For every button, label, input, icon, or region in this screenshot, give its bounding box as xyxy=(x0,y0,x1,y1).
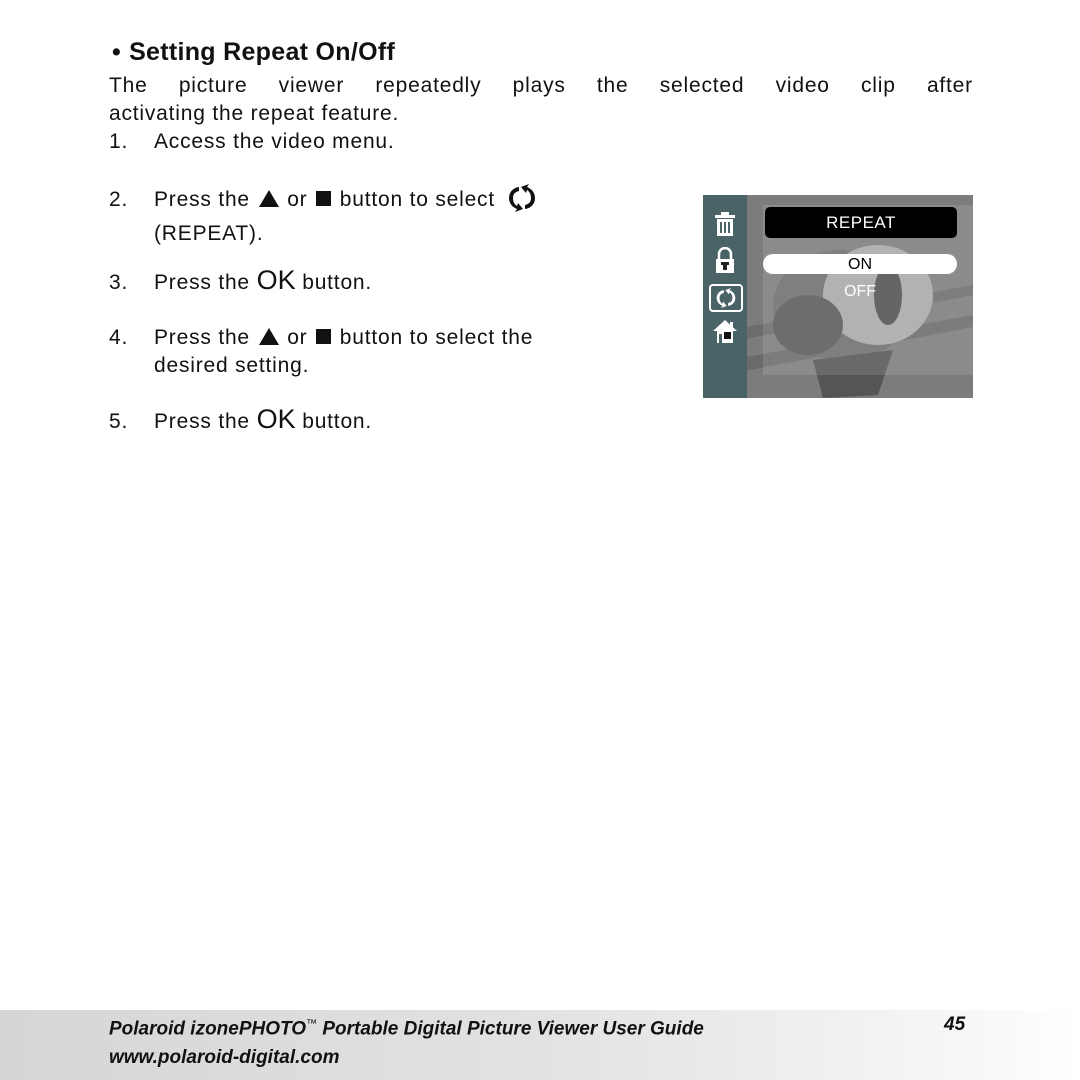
square-button-icon xyxy=(316,329,332,344)
square-button-icon xyxy=(316,191,332,206)
word: after xyxy=(926,74,973,97)
word: clip xyxy=(861,74,896,97)
trash-icon[interactable] xyxy=(709,211,741,237)
section-heading: • Setting Repeat On/Off xyxy=(112,38,395,67)
page-footer: Polaroid izonePHOTO™ Portable Digital Pi… xyxy=(0,1010,1080,1080)
step-text: button. xyxy=(302,410,373,433)
menu-title: REPEAT xyxy=(765,207,957,238)
guide-title-brand: Polaroid izonePHOTO xyxy=(109,1018,307,1040)
step-text: button. xyxy=(302,271,373,294)
trademark-symbol: ™ xyxy=(306,1018,318,1030)
guide-title: Polaroid izonePHOTO™ Portable Digital Pi… xyxy=(109,1018,704,1040)
step-3: 3. Press the OK button. xyxy=(109,266,372,297)
intro-paragraph: The picture viewer repeatedly plays the … xyxy=(109,72,973,128)
word: picture xyxy=(178,74,248,97)
word: the xyxy=(596,74,629,97)
step-text: Press the xyxy=(154,188,250,211)
website-url: www.polaroid-digital.com xyxy=(109,1047,340,1068)
repeat-icon xyxy=(506,184,538,220)
up-triangle-icon xyxy=(258,328,279,345)
ok-button-label: OK xyxy=(256,404,296,434)
word: plays xyxy=(512,74,566,97)
intro-line-2: activating the repeat feature. xyxy=(109,102,400,125)
step-text-continued: (REPEAT). xyxy=(154,222,264,245)
step-5: 5. Press the OK button. xyxy=(109,405,372,436)
intro-line-1: The picture viewer repeatedly plays the … xyxy=(109,72,973,100)
step-text: Access the video menu. xyxy=(154,130,395,153)
step-text: button to select xyxy=(339,188,495,211)
option-off[interactable]: OFF xyxy=(763,281,957,301)
step-number: 2. xyxy=(109,188,129,211)
step-number: 1. xyxy=(109,130,129,153)
step-4: 4. Press the or button to select the desi… xyxy=(109,324,533,380)
up-triangle-icon xyxy=(258,190,279,207)
ok-button-label: OK xyxy=(256,265,296,295)
heading-bullet: • xyxy=(112,38,122,66)
repeat-icon[interactable] xyxy=(709,284,743,312)
step-text-continued: desired setting. xyxy=(154,354,310,377)
step-number: 5. xyxy=(109,410,129,433)
step-text: button to select the xyxy=(339,326,534,349)
lock-icon[interactable] xyxy=(709,247,741,273)
step-2: 2. Press the or button to select (REPEAT)… xyxy=(109,184,538,248)
word: The xyxy=(109,74,148,97)
step-text: Press the xyxy=(154,326,250,349)
word: repeatedly xyxy=(375,74,482,97)
step-number: 4. xyxy=(109,326,129,349)
heading-title: Setting Repeat On/Off xyxy=(129,38,396,66)
word: viewer xyxy=(278,74,345,97)
guide-title-rest: Portable Digital Picture Viewer User Gui… xyxy=(317,1018,704,1040)
word: selected xyxy=(659,74,745,97)
step-text: or xyxy=(287,326,308,349)
word: video xyxy=(775,74,830,97)
step-1: 1. Access the video menu. xyxy=(109,128,395,156)
home-icon[interactable] xyxy=(709,318,741,344)
menu-sidebar xyxy=(703,195,747,398)
step-number: 3. xyxy=(109,271,129,294)
option-on[interactable]: ON xyxy=(763,254,957,274)
step-text: or xyxy=(287,188,308,211)
step-text: Press the xyxy=(154,410,250,433)
page-number: 45 xyxy=(944,1014,966,1035)
step-text: Press the xyxy=(154,271,250,294)
